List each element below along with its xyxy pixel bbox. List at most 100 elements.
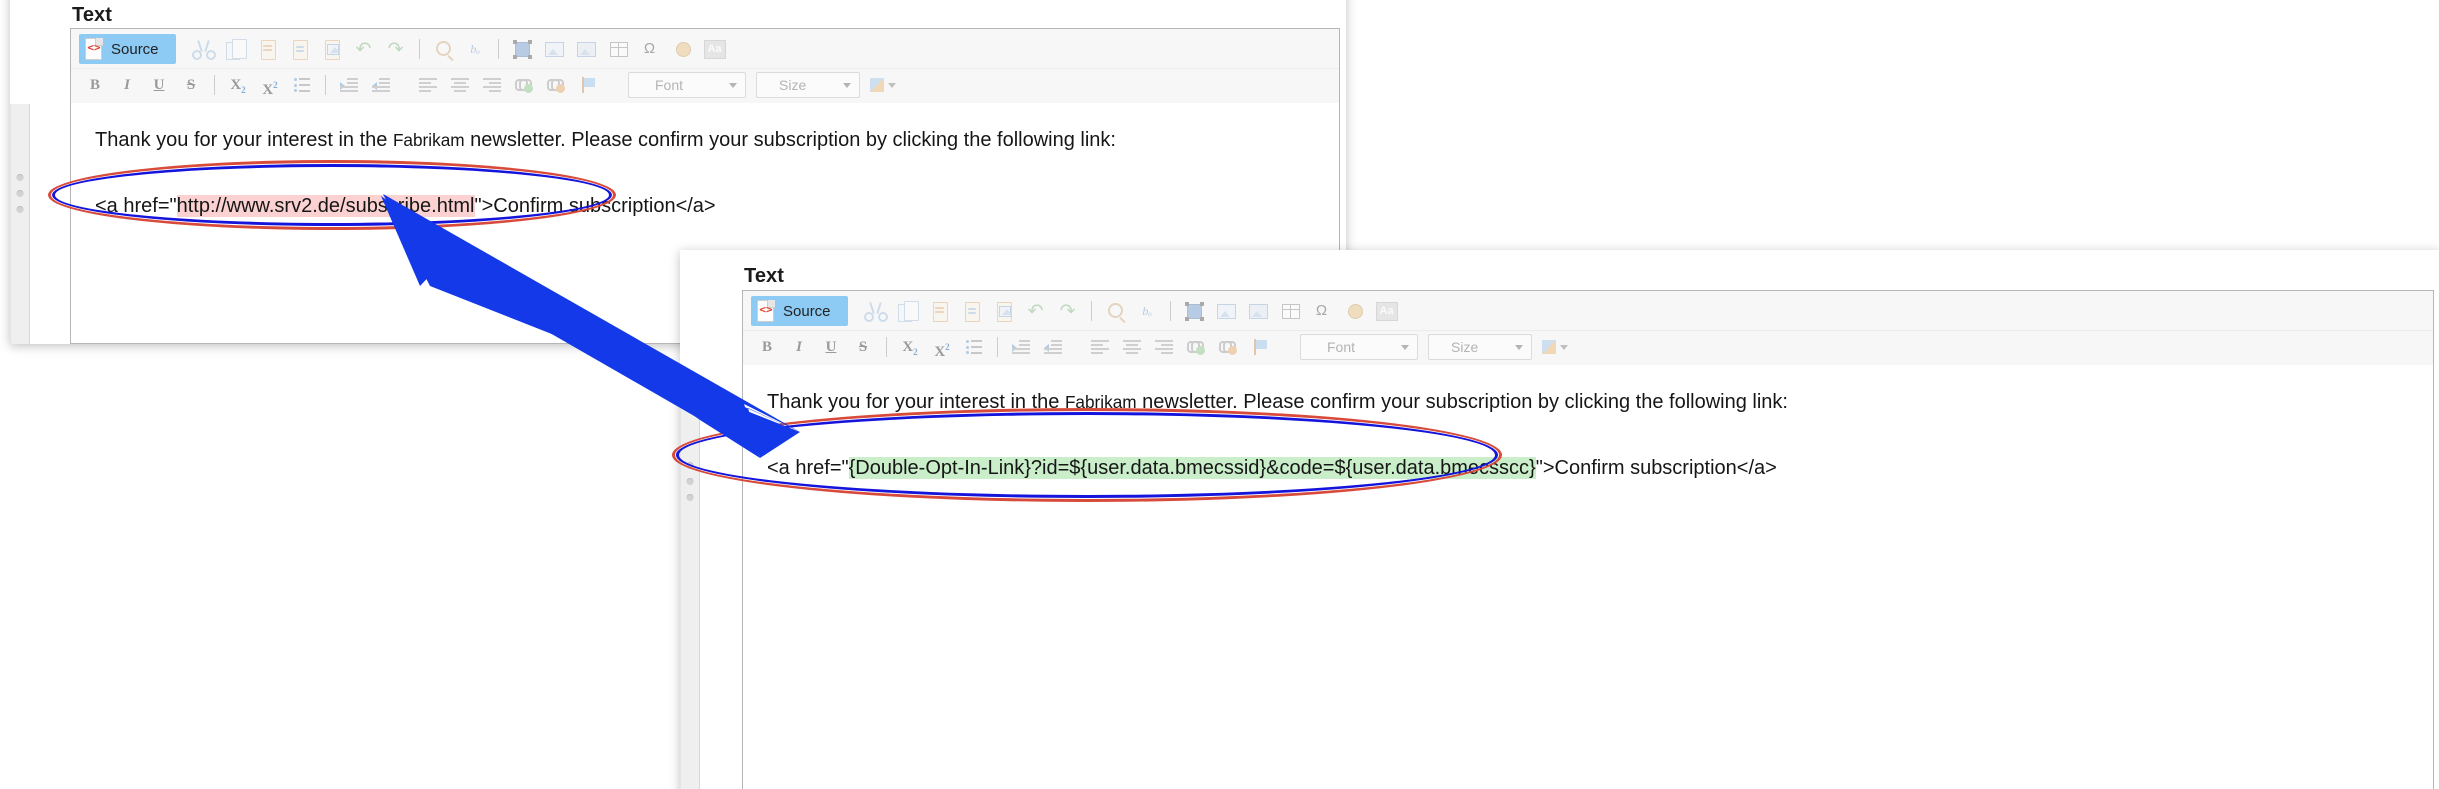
size-dropdown[interactable]: Size [1428,334,1532,360]
bold-icon[interactable]: B [756,336,778,358]
after-link-prefix: <a href=" [767,457,849,479]
increase-indent-icon[interactable] [370,74,392,96]
font-dropdown[interactable]: Font [628,72,746,98]
after-edit-area[interactable]: Thank you for your interest in the Fabri… [743,365,2433,789]
anchor-icon[interactable] [577,74,599,96]
paste-as-plain-text-icon[interactable] [961,300,983,322]
subscript-icon[interactable]: X2 [227,74,249,96]
before-link-line: <a href="http://www.srv2.de/subscribe.ht… [95,191,1317,221]
paste-from-word-icon[interactable] [993,300,1015,322]
flash-icon[interactable] [1247,300,1269,322]
anchor-icon[interactable] [1249,336,1271,358]
align-center-icon[interactable] [1121,336,1143,358]
source-button[interactable]: <> Source [79,34,176,64]
toolbar-separator [418,39,420,59]
bulleted-list-icon[interactable] [291,74,313,96]
select-all-icon[interactable] [1183,300,1205,322]
source-code-icon: <> [756,299,776,323]
before-link-suffix: ">Confirm subscription</a> [474,195,716,217]
italic-icon[interactable]: I [788,336,810,358]
unlink-icon[interactable] [545,74,567,96]
copy-icon[interactable] [225,38,247,60]
toolbar-separator [1090,301,1092,321]
superscript-icon[interactable]: X2 [259,74,281,98]
after-toolbar-row-2: B I U S X2 X2 Font Size [743,330,2433,365]
link-icon[interactable] [513,74,535,96]
smiley-icon[interactable] [671,38,693,60]
brand-name: Fabrikam [1064,392,1137,412]
before-paragraph-part2: newsletter. Please confirm your subscrip… [464,129,1116,151]
toolbar-separator [997,337,998,357]
after-panel: Text <> Source ↶ ↷ bₒ Ω Aa B I U S X2 X2… [680,250,2439,789]
cut-icon[interactable] [191,38,216,60]
rail-grip [686,462,694,469]
size-dropdown[interactable]: Size [756,72,860,98]
paste-from-word-icon[interactable] [321,38,343,60]
unlink-icon[interactable] [1217,336,1239,358]
source-button[interactable]: <> Source [751,296,848,326]
decrease-indent-icon[interactable] [1010,336,1032,358]
flash-icon[interactable] [575,38,597,60]
special-character-icon[interactable]: Ω [1311,300,1333,322]
link-icon[interactable] [1185,336,1207,358]
italic-icon[interactable]: I [116,74,138,96]
before-paragraph-part1: Thank you for your interest in the [95,129,393,151]
increase-indent-icon[interactable] [1042,336,1064,358]
before-paragraph: Thank you for your interest in the Fabri… [95,125,1317,155]
decrease-indent-icon[interactable] [338,74,360,96]
after-paragraph-part1: Thank you for your interest in the [767,391,1065,413]
align-center-icon[interactable] [449,74,471,96]
show-blocks-icon[interactable]: Aa [703,38,726,60]
align-right-icon[interactable] [1153,336,1175,358]
find-icon[interactable] [1104,300,1126,322]
align-left-icon[interactable] [417,74,439,96]
replace-icon[interactable]: bₒ [1136,300,1158,322]
after-toolbar: <> Source ↶ ↷ bₒ Ω Aa B I U S X2 X2 Font… [743,291,2433,366]
underline-icon[interactable]: U [820,336,842,358]
rail-grip [16,206,24,213]
replace-icon[interactable]: bₒ [464,38,486,60]
select-all-icon[interactable] [511,38,533,60]
bold-icon[interactable]: B [84,74,106,96]
align-left-icon[interactable] [1089,336,1111,358]
strikethrough-icon[interactable]: S [180,74,202,96]
text-color-icon[interactable] [1540,336,1570,358]
align-right-icon[interactable] [481,74,503,96]
after-editor: <> Source ↶ ↷ bₒ Ω Aa B I U S X2 X2 Font… [742,290,2434,789]
after-toolbar-row-1: <> Source ↶ ↷ bₒ Ω Aa [743,291,2433,330]
underline-icon[interactable]: U [148,74,170,96]
before-toolbar-row-1: <> Source ↶ ↷ bₒ Ω Aa [71,29,1339,68]
subscript-icon[interactable]: X2 [899,336,921,358]
undo-icon[interactable]: ↶ [353,38,375,60]
before-toolbar: <> Source ↶ ↷ bₒ Ω Aa B I U S X2 X2 Font… [71,29,1339,104]
table-icon[interactable] [1279,300,1301,322]
image-icon[interactable] [1215,300,1237,322]
special-character-icon[interactable]: Ω [639,38,661,60]
toolbar-separator [404,75,405,95]
strikethrough-icon[interactable]: S [852,336,874,358]
redo-icon[interactable]: ↷ [385,38,407,60]
before-panel-scroll-rail[interactable] [10,104,30,344]
paste-as-plain-text-icon[interactable] [289,38,311,60]
paste-icon[interactable] [257,38,279,60]
copy-icon[interactable] [897,300,919,322]
undo-icon[interactable]: ↶ [1025,300,1047,322]
after-link-line: <a href="{Double-Opt-In-Link}?id=${user.… [767,453,2411,483]
text-color-icon[interactable] [868,74,898,96]
font-dropdown[interactable]: Font [1300,334,1418,360]
superscript-icon[interactable]: X2 [931,336,953,360]
table-icon[interactable] [607,38,629,60]
redo-icon[interactable]: ↷ [1057,300,1079,322]
font-dropdown-label: Font [1327,339,1356,355]
find-icon[interactable] [432,38,454,60]
show-blocks-icon[interactable]: Aa [1375,300,1398,322]
after-paragraph-part2: newsletter. Please confirm your subscrip… [1136,391,1788,413]
before-link-url: http://www.srv2.de/subscribe.html [176,195,475,217]
cut-icon[interactable] [863,300,888,322]
paste-icon[interactable] [929,300,951,322]
smiley-icon[interactable] [1343,300,1365,322]
chevron-down-icon [729,82,737,88]
image-icon[interactable] [543,38,565,60]
after-panel-scroll-rail[interactable] [680,380,700,789]
bulleted-list-icon[interactable] [963,336,985,358]
